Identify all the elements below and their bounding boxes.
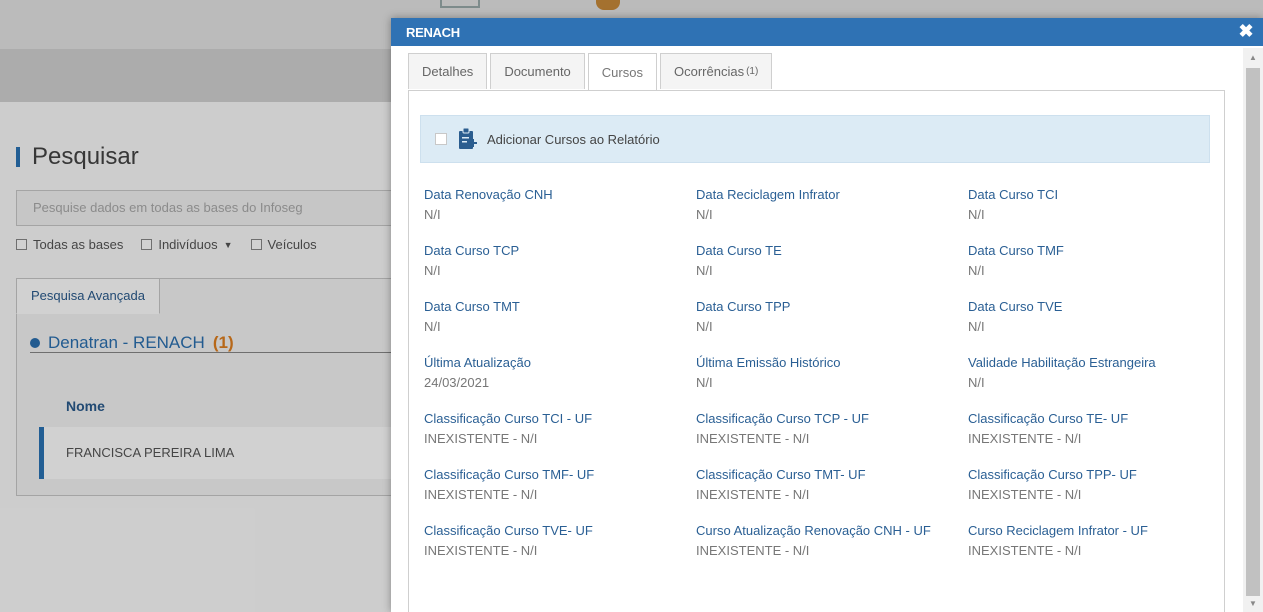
- field-value: N/I: [696, 319, 713, 334]
- add-to-report-checkbox[interactable]: [435, 133, 447, 145]
- clipboard-add-icon[interactable]: [457, 127, 477, 151]
- field-label: Validade Habilitação Estrangeira: [968, 355, 1156, 370]
- field-label: Classificação Curso TCI - UF: [424, 411, 593, 426]
- field-validade-habilitacao-estrangeira: Validade Habilitação Estrangeira N/I: [968, 354, 1228, 391]
- field-label: Curso Atualização Renovação CNH - UF: [696, 523, 931, 538]
- field-label: Data Curso TCP: [424, 243, 520, 258]
- field-value: INEXISTENTE - N/I: [424, 431, 538, 446]
- field-classificacao-curso-tve-uf: Classificação Curso TVE- UF INEXISTENTE …: [424, 522, 684, 559]
- field-ultima-emissao-historico: Última Emissão Histórico N/I: [696, 354, 956, 391]
- field-data-renovacao-cnh: Data Renovação CNH N/I: [424, 186, 684, 223]
- field-curso-atualizacao-renovacao-cnh-uf: Curso Atualização Renovação CNH - UF INE…: [696, 522, 932, 559]
- field-classificacao-curso-te-uf: Classificação Curso TE- UF INEXISTENTE -…: [968, 410, 1228, 447]
- field-curso-reciclagem-infrator-uf: Curso Reciclagem Infrator - UF INEXISTEN…: [968, 522, 1228, 559]
- modal-scrollbar[interactable]: ▲ ▼: [1243, 48, 1263, 612]
- field-data-curso-tve: Data Curso TVE N/I: [968, 298, 1228, 335]
- scroll-thumb[interactable]: [1246, 68, 1260, 596]
- tab-label: Detalhes: [422, 64, 474, 79]
- field-value: INEXISTENTE - N/I: [424, 543, 538, 558]
- field-label: Classificação Curso TVE- UF: [424, 523, 593, 538]
- scroll-up-icon[interactable]: ▲: [1249, 54, 1257, 62]
- field-value: N/I: [424, 207, 441, 222]
- field-ultima-atualizacao: Última Atualização 24/03/2021: [424, 354, 684, 391]
- field-value: INEXISTENTE - N/I: [696, 431, 810, 446]
- field-value: 24/03/2021: [424, 375, 490, 390]
- field-classificacao-curso-tcp-uf: Classificação Curso TCP - UF INEXISTENTE…: [696, 410, 956, 447]
- field-value: N/I: [968, 207, 985, 222]
- field-value: N/I: [424, 319, 441, 334]
- field-value: INEXISTENTE - N/I: [968, 543, 1082, 558]
- field-label: Última Emissão Histórico: [696, 355, 841, 370]
- field-label: Data Curso TE: [696, 243, 782, 258]
- tab-ocorrencias[interactable]: Ocorrências (1): [659, 53, 773, 89]
- field-label: Classificação Curso TCP - UF: [696, 411, 869, 426]
- field-classificacao-curso-tpp-uf: Classificação Curso TPP- UF INEXISTENTE …: [968, 466, 1228, 503]
- field-data-reciclagem-infrator: Data Reciclagem Infrator N/I: [696, 186, 956, 223]
- field-label: Curso Reciclagem Infrator - UF: [968, 523, 1148, 538]
- modal-header: RENACH ✖: [391, 18, 1263, 46]
- field-value: INEXISTENTE - N/I: [424, 487, 538, 502]
- field-data-curso-tmf: Data Curso TMF N/I: [968, 242, 1228, 279]
- close-icon[interactable]: ✖: [1237, 22, 1255, 40]
- tab-documento[interactable]: Documento: [490, 53, 585, 89]
- field-label: Data Curso TMT: [424, 299, 520, 314]
- tab-label: Cursos: [601, 65, 643, 80]
- field-label: Data Reciclagem Infrator: [696, 187, 840, 202]
- renach-modal: RENACH ✖ Detalhes Documento Cursos Ocorr…: [391, 18, 1263, 612]
- field-data-curso-tcp: Data Curso TCP N/I: [424, 242, 684, 279]
- field-classificacao-curso-tmf-uf: Classificação Curso TMF- UF INEXISTENTE …: [424, 466, 684, 503]
- tab-cursos[interactable]: Cursos: [587, 53, 657, 91]
- field-value: INEXISTENTE - N/I: [968, 431, 1082, 446]
- field-label: Classificação Curso TPP- UF: [968, 467, 1137, 482]
- tab-badge: (1): [746, 66, 759, 77]
- field-data-curso-tpp: Data Curso TPP N/I: [696, 298, 956, 335]
- field-value: N/I: [968, 319, 985, 334]
- field-label: Data Curso TMF: [968, 243, 1064, 258]
- field-label: Classificação Curso TMT- UF: [696, 467, 866, 482]
- field-label: Classificação Curso TMF- UF: [424, 467, 595, 482]
- field-label: Classificação Curso TE- UF: [968, 411, 1129, 426]
- scroll-down-icon[interactable]: ▼: [1249, 600, 1257, 608]
- field-value: INEXISTENTE - N/I: [696, 487, 810, 502]
- field-data-curso-te: Data Curso TE N/I: [696, 242, 956, 279]
- field-value: N/I: [968, 375, 985, 390]
- modal-tabs: Detalhes Documento Cursos Ocorrências (1…: [408, 53, 773, 91]
- field-value: N/I: [696, 207, 713, 222]
- field-label: Data Curso TCI: [968, 187, 1059, 202]
- field-data-curso-tmt: Data Curso TMT N/I: [424, 298, 684, 335]
- field-label: Data Curso TPP: [696, 299, 791, 314]
- add-to-report-label: Adicionar Cursos ao Relatório: [487, 131, 660, 147]
- field-classificacao-curso-tmt-uf: Classificação Curso TMT- UF INEXISTENTE …: [696, 466, 956, 503]
- field-value: N/I: [968, 263, 985, 278]
- field-label: Última Atualização: [424, 355, 531, 370]
- tab-label: Ocorrências: [673, 64, 745, 79]
- field-value: N/I: [424, 263, 441, 278]
- field-value: INEXISTENTE - N/I: [696, 543, 810, 558]
- field-value: N/I: [696, 375, 713, 390]
- field-label: Data Curso TVE: [968, 299, 1063, 314]
- field-label: Data Renovação CNH: [424, 187, 553, 202]
- field-value: INEXISTENTE - N/I: [968, 487, 1082, 502]
- add-to-report-bar[interactable]: Adicionar Cursos ao Relatório: [420, 115, 1210, 163]
- field-data-curso-tci: Data Curso TCI N/I: [968, 186, 1228, 223]
- field-classificacao-curso-tci-uf: Classificação Curso TCI - UF INEXISTENTE…: [424, 410, 684, 447]
- tab-label: Documento: [504, 64, 571, 79]
- tab-detalhes[interactable]: Detalhes: [408, 53, 488, 89]
- field-value: N/I: [696, 263, 713, 278]
- modal-title: RENACH: [406, 25, 460, 40]
